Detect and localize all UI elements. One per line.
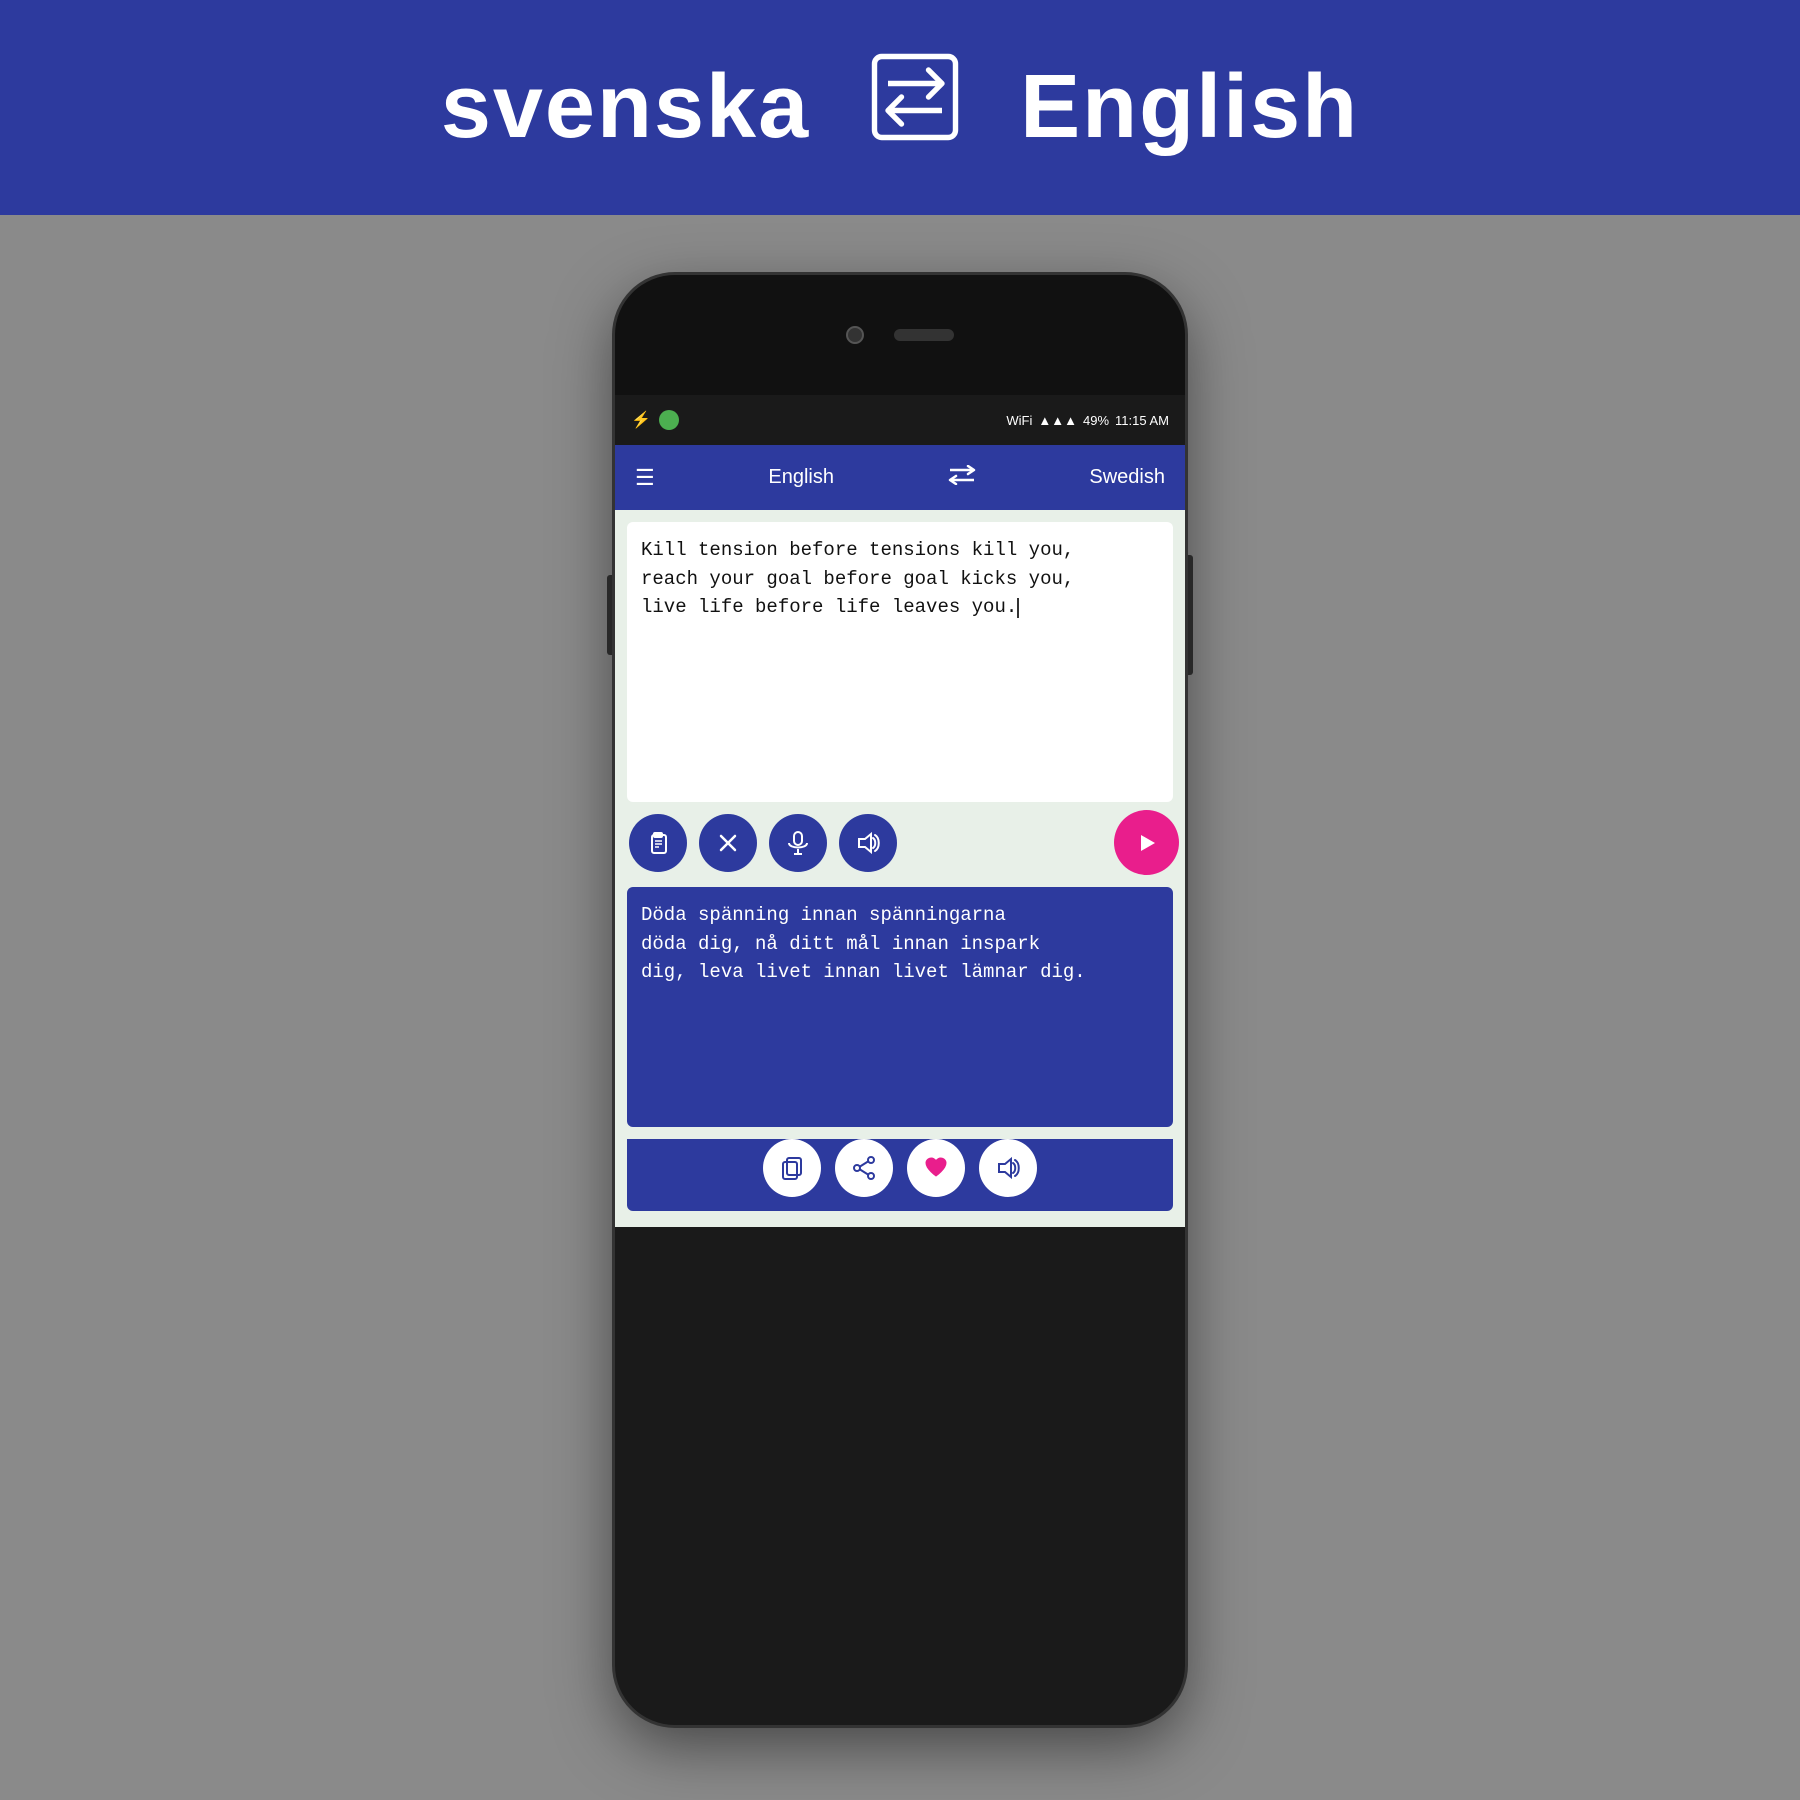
- output-share-button[interactable]: [835, 1139, 893, 1197]
- time-display: 11:15 AM: [1115, 413, 1169, 428]
- phone-speaker-grille: [894, 329, 954, 341]
- menu-button[interactable]: ☰: [635, 465, 655, 491]
- toolbar-lang-to[interactable]: Swedish: [1089, 466, 1165, 489]
- phone-power-button: [1185, 555, 1193, 675]
- banner-lang-right[interactable]: English: [1020, 56, 1359, 159]
- toolbar-swap-button[interactable]: [948, 465, 976, 491]
- output-text-content: Döda spänning innan spänningarnadöda dig…: [641, 901, 1159, 987]
- output-favorite-button[interactable]: [907, 1139, 965, 1197]
- usb-icon: ⚡: [631, 410, 651, 430]
- status-bar: ⚡ WiFi ▲▲▲ 49% 11:15 AM: [615, 395, 1185, 445]
- clipboard-button[interactable]: [629, 814, 687, 872]
- status-left-icons: ⚡: [631, 410, 679, 430]
- screen-body: Kill tension before tensions kill you,re…: [615, 510, 1185, 1227]
- text-cursor: [1017, 598, 1019, 618]
- output-speaker-button[interactable]: [979, 1139, 1037, 1197]
- clear-button[interactable]: [699, 814, 757, 872]
- app-toolbar: ☰ English Swedish: [615, 445, 1185, 510]
- output-buttons-row: [627, 1139, 1173, 1211]
- phone-body: ⚡ WiFi ▲▲▲ 49% 11:15 AM ☰ English: [615, 275, 1185, 1725]
- phone-top-bar: [615, 275, 1185, 395]
- phone: ⚡ WiFi ▲▲▲ 49% 11:15 AM ☰ English: [615, 275, 1185, 1725]
- wifi-icon: WiFi: [1006, 413, 1032, 428]
- toolbar-lang-from[interactable]: English: [768, 466, 834, 489]
- top-banner: svenska English: [0, 0, 1800, 215]
- phone-volume-button: [607, 575, 615, 655]
- banner-swap-icon[interactable]: [870, 52, 960, 164]
- circle-status-icon: [659, 410, 679, 430]
- banner-lang-left[interactable]: svenska: [441, 56, 810, 159]
- front-camera: [846, 326, 864, 344]
- input-text-area[interactable]: Kill tension before tensions kill you,re…: [627, 522, 1173, 802]
- input-text-content: Kill tension before tensions kill you,re…: [641, 536, 1159, 622]
- battery-level: 49%: [1083, 413, 1109, 428]
- translate-button[interactable]: [1114, 810, 1179, 875]
- input-buttons-row: [615, 802, 1185, 887]
- output-text-area: Döda spänning innan spänningarnadöda dig…: [627, 887, 1173, 1127]
- output-section: Döda spänning innan spänningarnadöda dig…: [615, 887, 1185, 1227]
- status-right-info: WiFi ▲▲▲ 49% 11:15 AM: [1006, 413, 1169, 428]
- output-copy-button[interactable]: [763, 1139, 821, 1197]
- input-speaker-button[interactable]: [839, 814, 897, 872]
- microphone-button[interactable]: [769, 814, 827, 872]
- input-section: Kill tension before tensions kill you,re…: [615, 510, 1185, 887]
- signal-icon: ▲▲▲: [1038, 413, 1077, 428]
